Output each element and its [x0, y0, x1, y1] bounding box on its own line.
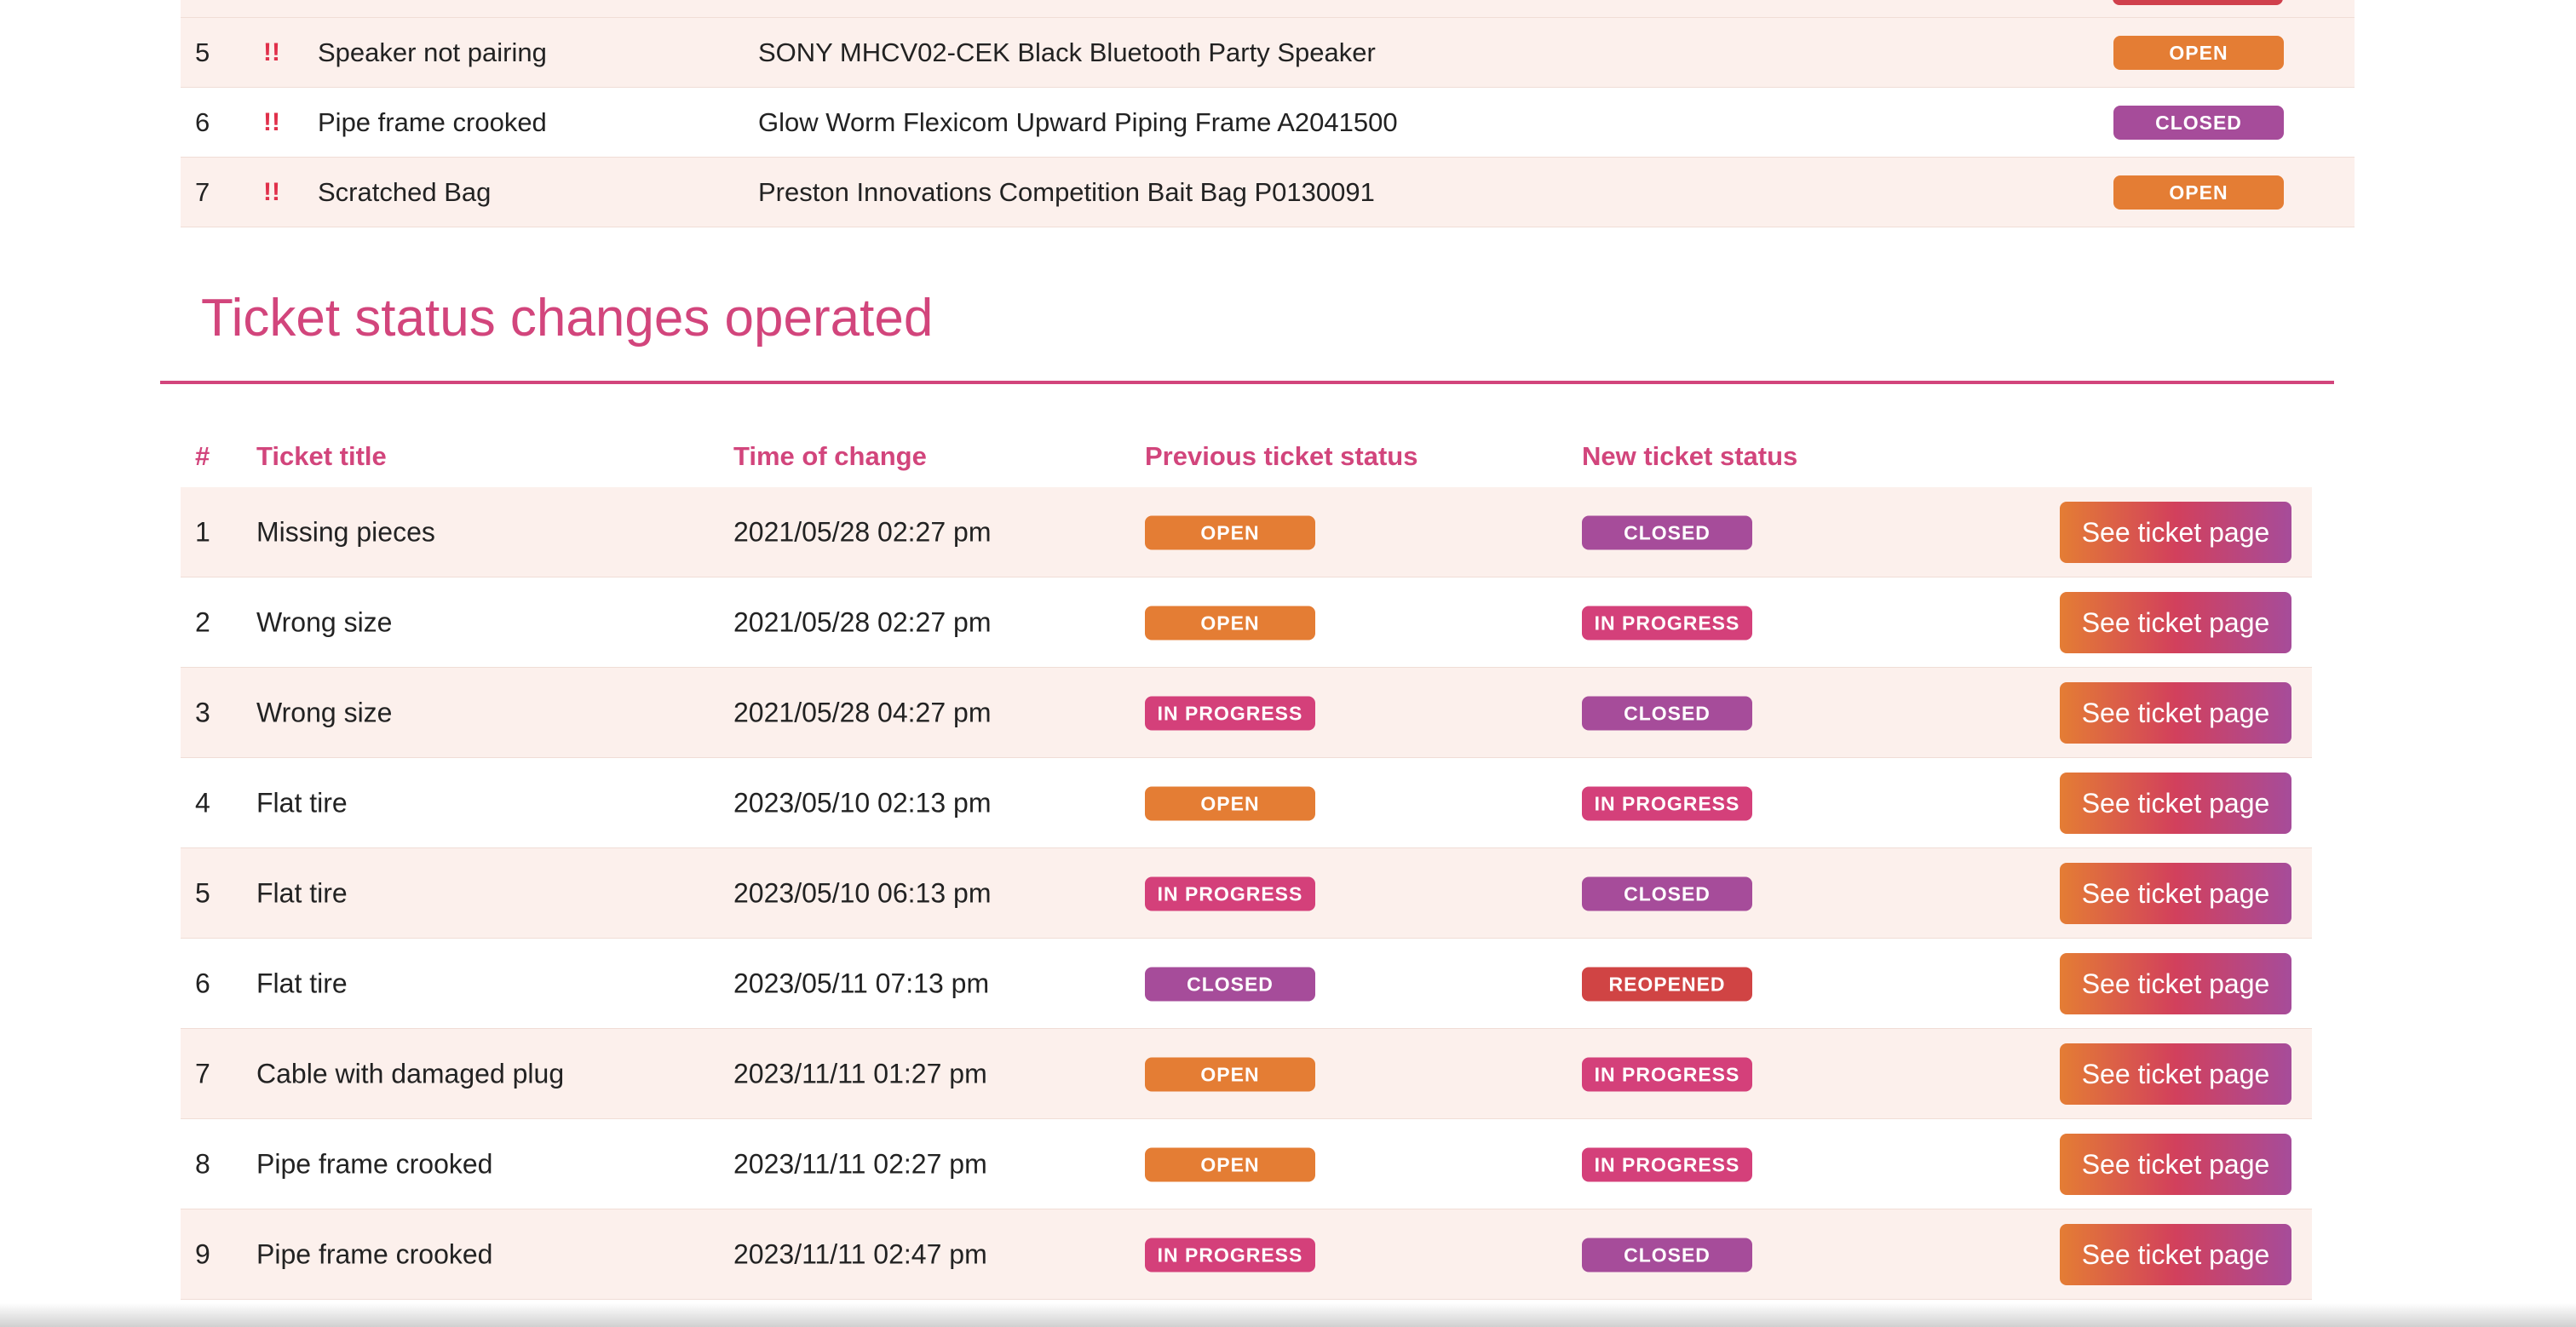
ticket-title: Pipe frame crooked: [318, 106, 547, 137]
ticket-title: Cable with damaged plug: [256, 1058, 565, 1089]
new-status-badge: IN PROGRESS: [1582, 606, 1752, 640]
previous-status-badge: IN PROGRESS: [1145, 1238, 1315, 1272]
previous-status-badge: OPEN: [1145, 606, 1315, 640]
priority-icon: !!: [263, 107, 280, 136]
row-number: 6: [195, 968, 210, 998]
row-number: 3: [195, 697, 210, 727]
time-of-change: 2023/05/10 06:13 pm: [733, 877, 992, 908]
see-ticket-page-button[interactable]: See ticket page: [2060, 772, 2291, 834]
table-row[interactable]: 5 !! Speaker not pairing SONY MHCV02-CEK…: [181, 18, 2355, 88]
status-changes-table: # Ticket title Time of change Previous t…: [181, 426, 2312, 1300]
table-row[interactable]: 6 !! Pipe frame crooked Glow Worm Flexic…: [181, 88, 2355, 158]
ticket-title: Pipe frame crooked: [256, 1148, 493, 1179]
new-status-badge: REOPENED: [1582, 967, 1752, 1001]
new-status-badge: IN PROGRESS: [1582, 1147, 1752, 1181]
time-of-change: 2023/05/10 02:13 pm: [733, 787, 992, 818]
ticket-title: Wrong size: [256, 606, 393, 637]
status-badge-partial: [2113, 0, 2283, 5]
time-of-change: 2021/05/28 02:27 pm: [733, 516, 992, 547]
time-of-change: 2023/05/11 07:13 pm: [733, 968, 990, 998]
row-number: 2: [195, 606, 210, 637]
row-number: 5: [195, 877, 210, 908]
status-badge: CLOSED: [2113, 105, 2284, 140]
header-ticket-title: Ticket title: [256, 441, 387, 471]
previous-status-badge: IN PROGRESS: [1145, 696, 1315, 730]
time-of-change: 2021/05/28 02:27 pm: [733, 606, 992, 637]
see-ticket-page-button[interactable]: See ticket page: [2060, 862, 2291, 924]
table-row: 9 Pipe frame crooked 2023/11/11 02:47 pm…: [181, 1209, 2312, 1300]
ticket-title: Wrong size: [256, 697, 393, 727]
see-ticket-page-button[interactable]: See ticket page: [2060, 681, 2291, 744]
table-row: 2 Wrong size 2021/05/28 02:27 pm OPEN IN…: [181, 577, 2312, 668]
ticket-title: Flat tire: [256, 787, 348, 818]
previous-status-badge: IN PROGRESS: [1145, 876, 1315, 911]
tickets-table: 5 !! Speaker not pairing SONY MHCV02-CEK…: [181, 0, 2355, 227]
table-row: 8 Pipe frame crooked 2023/11/11 02:27 pm…: [181, 1119, 2312, 1209]
ticket-product: Preston Innovations Competition Bait Bag…: [758, 176, 1375, 207]
new-status-badge: CLOSED: [1582, 515, 1752, 549]
ticket-title: Flat tire: [256, 968, 348, 998]
priority-icon: !!: [263, 177, 280, 206]
see-ticket-page-button[interactable]: See ticket page: [2060, 1133, 2291, 1195]
new-status-badge: CLOSED: [1582, 1238, 1752, 1272]
ticket-product: SONY MHCV02-CEK Black Bluetooth Party Sp…: [758, 37, 1376, 67]
see-ticket-page-button[interactable]: See ticket page: [2060, 1223, 2291, 1285]
header-previous-status: Previous ticket status: [1145, 441, 1418, 471]
time-of-change: 2023/11/11 01:27 pm: [733, 1058, 987, 1089]
previous-status-badge: OPEN: [1145, 786, 1315, 820]
table-row-partial: [181, 0, 2355, 18]
previous-status-badge: OPEN: [1145, 1147, 1315, 1181]
ticket-title: Speaker not pairing: [318, 37, 547, 67]
new-status-badge: IN PROGRESS: [1582, 786, 1752, 820]
previous-status-badge: CLOSED: [1145, 967, 1315, 1001]
table-row: 6 Flat tire 2023/05/11 07:13 pm CLOSED R…: [181, 939, 2312, 1029]
ticket-number: 6: [195, 106, 210, 137]
table-row: 7 Cable with damaged plug 2023/11/11 01:…: [181, 1029, 2312, 1119]
section-title: Ticket status changes operated: [201, 289, 934, 348]
see-ticket-page-button[interactable]: See ticket page: [2060, 952, 2291, 1014]
header-time-of-change: Time of change: [733, 441, 927, 471]
status-badge: OPEN: [2113, 175, 2284, 210]
time-of-change: 2023/11/11 02:47 pm: [733, 1238, 987, 1269]
table-row: 3 Wrong size 2021/05/28 04:27 pm IN PROG…: [181, 668, 2312, 758]
ticket-title: Pipe frame crooked: [256, 1238, 493, 1269]
table-header: # Ticket title Time of change Previous t…: [181, 426, 2312, 487]
time-of-change: 2021/05/28 04:27 pm: [733, 697, 992, 727]
row-number: 4: [195, 787, 210, 818]
new-status-badge: CLOSED: [1582, 696, 1752, 730]
see-ticket-page-button[interactable]: See ticket page: [2060, 591, 2291, 653]
table-row: 4 Flat tire 2023/05/10 02:13 pm OPEN IN …: [181, 758, 2312, 848]
row-number: 1: [195, 516, 210, 547]
new-status-badge: CLOSED: [1582, 876, 1752, 911]
previous-status-badge: OPEN: [1145, 1057, 1315, 1091]
section-divider: [160, 381, 2334, 384]
header-number: #: [195, 441, 210, 471]
header-new-status: New ticket status: [1582, 441, 1798, 471]
ticket-title: Scratched Bag: [318, 176, 492, 207]
row-number: 8: [195, 1148, 210, 1179]
ticket-number: 5: [195, 37, 210, 67]
table-row: 5 Flat tire 2023/05/10 06:13 pm IN PROGR…: [181, 848, 2312, 939]
see-ticket-page-button[interactable]: See ticket page: [2060, 501, 2291, 563]
table-row[interactable]: 7 !! Scratched Bag Preston Innovations C…: [181, 158, 2355, 227]
status-badge: OPEN: [2113, 35, 2284, 70]
time-of-change: 2023/11/11 02:27 pm: [733, 1148, 987, 1179]
row-number: 7: [195, 1058, 210, 1089]
ticket-number: 7: [195, 176, 210, 207]
window-bottom-edge: [0, 1303, 2576, 1327]
priority-icon: !!: [263, 37, 280, 66]
ticket-title: Flat tire: [256, 877, 348, 908]
ticket-title: Missing pieces: [256, 516, 435, 547]
table-row: 1 Missing pieces 2021/05/28 02:27 pm OPE…: [181, 487, 2312, 577]
row-number: 9: [195, 1238, 210, 1269]
ticket-product: Glow Worm Flexicom Upward Piping Frame A…: [758, 106, 1398, 137]
see-ticket-page-button[interactable]: See ticket page: [2060, 1043, 2291, 1105]
new-status-badge: IN PROGRESS: [1582, 1057, 1752, 1091]
previous-status-badge: OPEN: [1145, 515, 1315, 549]
